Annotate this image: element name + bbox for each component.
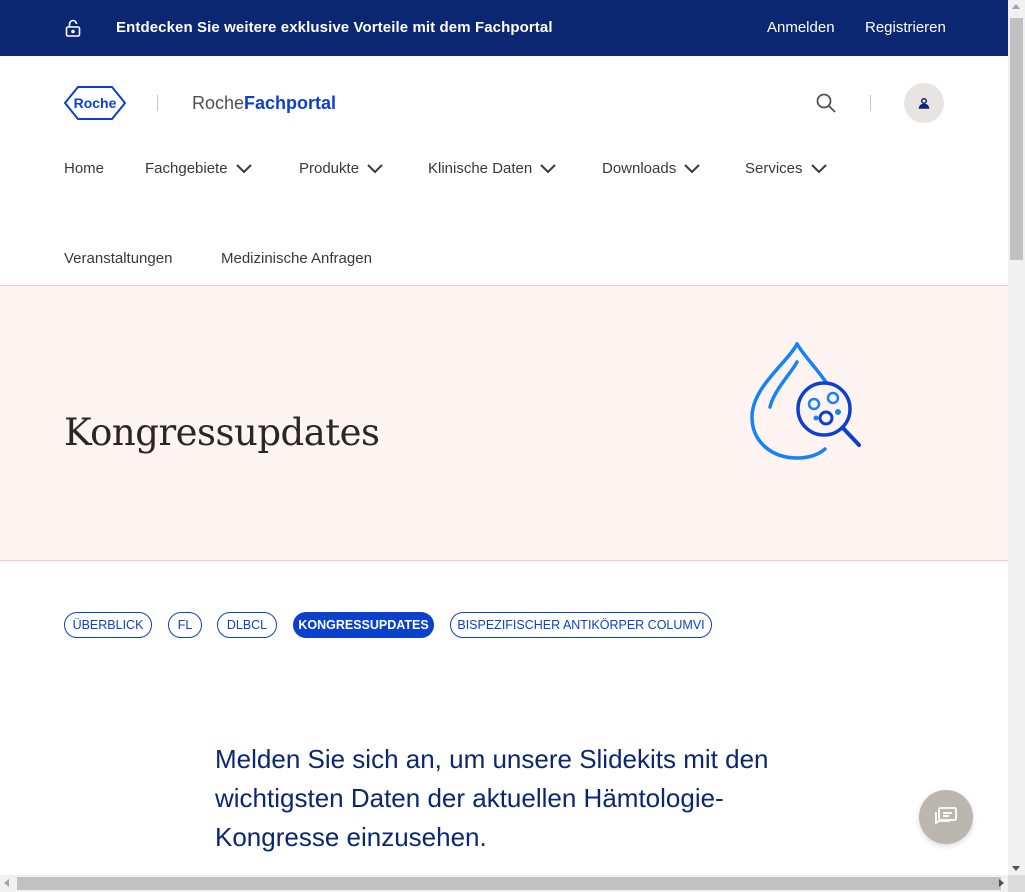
pill-ueberblick[interactable]: ÜBERBLICK: [64, 612, 152, 638]
nav-downloads-label: Downloads: [602, 160, 677, 177]
pill-bispezifischer-antikoerper-label: BISPEZIFISCHER ANTIKÖRPER COLUMVI: [457, 618, 705, 632]
nav-home-label: Home: [64, 160, 105, 177]
roche-logo[interactable]: Roche: [64, 86, 126, 120]
nav-home[interactable]: Home: [64, 160, 104, 177]
horizontal-scrollbar[interactable]: [0, 875, 1008, 892]
nav-services[interactable]: Services: [745, 160, 827, 177]
promo-text: Entdecken Sie weitere exklusive Vorteile…: [116, 19, 553, 36]
brand-part-roche: Roche: [192, 93, 245, 113]
chevron-down-icon: [367, 163, 383, 173]
register-link[interactable]: Registrieren: [865, 19, 946, 36]
pill-ueberblick-label: ÜBERBLICK: [72, 618, 144, 632]
blood-drop-magnifier-icon: [750, 342, 861, 460]
header-divider: [157, 95, 158, 111]
pill-dlbcl[interactable]: DLBCL: [217, 612, 277, 638]
vertical-scrollbar[interactable]: [1008, 0, 1025, 875]
scroll-down-arrow-icon[interactable]: [1012, 866, 1020, 871]
scroll-up-arrow-icon[interactable]: [1012, 4, 1020, 9]
nav-veranstaltungen-label: Veranstaltungen: [64, 250, 173, 267]
login-link[interactable]: Anmelden: [767, 19, 835, 36]
brand-name[interactable]: RocheFachportal: [192, 93, 336, 114]
header-divider-right: [870, 95, 871, 111]
promo-bar: Entdecken Sie weitere exklusive Vorteile…: [0, 0, 1008, 56]
chevron-down-icon: [684, 163, 700, 173]
brand-part-fachportal: Fachportal: [244, 93, 337, 113]
nav-produkte-label: Produkte: [299, 160, 360, 177]
nav-fachgebiete[interactable]: Fachgebiete: [145, 160, 252, 177]
nav-veranstaltungen[interactable]: Veranstaltungen: [64, 250, 172, 267]
chat-button[interactable]: [919, 790, 973, 844]
pill-bispezifischer-antikoerper[interactable]: BISPEZIFISCHER ANTIKÖRPER COLUMVI: [450, 612, 712, 638]
scrollbar-corner: [1008, 875, 1025, 892]
nav-klinische-daten-label: Klinische Daten: [428, 160, 533, 177]
search-icon[interactable]: [815, 92, 837, 114]
nav-fachgebiete-label: Fachgebiete: [145, 160, 228, 177]
scroll-right-arrow-icon[interactable]: [999, 879, 1004, 887]
nav-produkte[interactable]: Produkte: [299, 160, 383, 177]
pill-dlbcl-label: DLBCL: [226, 618, 268, 632]
vertical-scrollbar-thumb[interactable]: [1010, 18, 1023, 260]
chevron-down-icon: [810, 163, 827, 173]
pill-fl[interactable]: FL: [168, 612, 202, 638]
lead-text: Melden Sie sich an, um unsere Slidekits …: [215, 744, 769, 852]
chevron-down-icon: [235, 163, 252, 173]
nav-klinische-daten[interactable]: Klinische Daten: [428, 160, 556, 177]
pill-kongressupdates-label: KONGRESSUPDATES: [298, 618, 429, 632]
page-title: Kongressupdates: [64, 411, 380, 454]
pill-fl-label: FL: [177, 618, 193, 632]
chevron-down-icon: [540, 163, 556, 173]
horizontal-scrollbar-thumb[interactable]: [17, 877, 1001, 890]
unlock-icon: [65, 19, 81, 37]
nav-medizinische-anfragen[interactable]: Medizinische Anfragen: [221, 250, 372, 267]
user-account-button[interactable]: [904, 83, 944, 123]
logo-text: Roche: [74, 95, 117, 111]
pill-kongressupdates[interactable]: KONGRESSUPDATES: [293, 612, 434, 638]
scroll-left-arrow-icon[interactable]: [4, 879, 9, 887]
nav-downloads[interactable]: Downloads: [602, 160, 700, 177]
nav-medizinische-anfragen-label: Medizinische Anfragen: [221, 250, 372, 267]
chat-icon: [935, 807, 957, 825]
user-icon: [918, 97, 930, 109]
nav-services-label: Services: [745, 160, 803, 177]
hero-banner: Kongressupdates: [0, 285, 1008, 561]
